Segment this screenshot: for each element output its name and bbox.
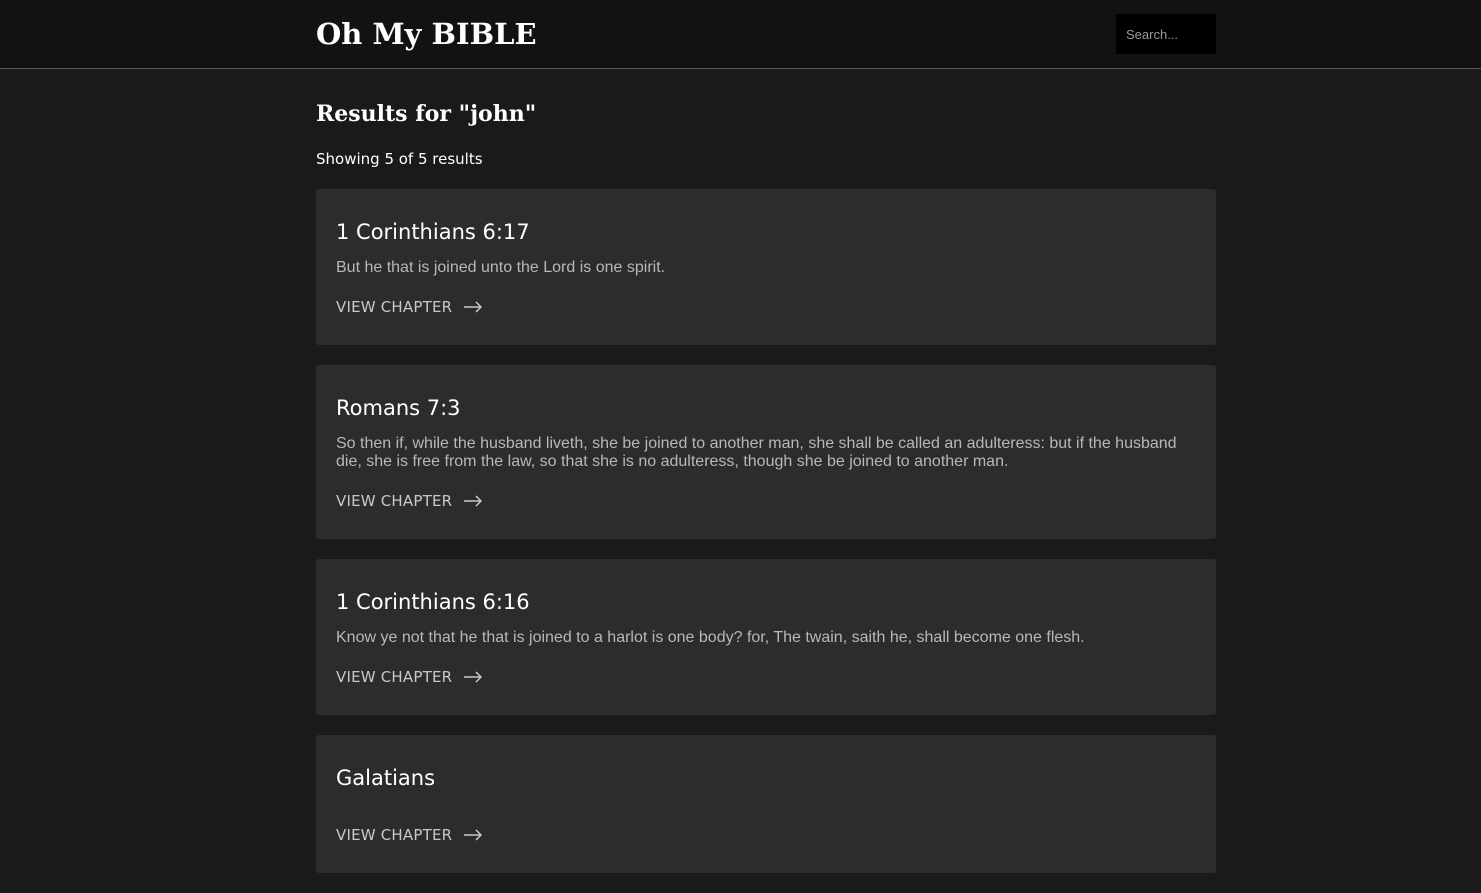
results-list: 1 Corinthians 6:17 But he that is joined… (316, 189, 1216, 893)
verse-text: So then if, while the husband liveth, sh… (336, 435, 1177, 470)
arrow-right-icon (464, 495, 483, 507)
arrow-right-icon (464, 671, 483, 683)
view-chapter-link[interactable]: VIEW CHAPTER (336, 667, 483, 687)
view-chapter-label: VIEW CHAPTER (336, 668, 453, 686)
verse-reference: Galatians (336, 766, 436, 790)
result-card: Romans 7:3 So then if, while the husband… (316, 365, 1216, 539)
verse-text: But he that is joined unto the Lord is o… (336, 259, 666, 276)
results-title: Results for "john" (316, 101, 537, 127)
search-input[interactable] (1116, 14, 1216, 54)
result-card: 1 Corinthians 6:17 But he that is joined… (316, 189, 1216, 345)
view-chapter-label: VIEW CHAPTER (336, 826, 453, 844)
result-card: Galatians VIEW CHAPTER (316, 735, 1216, 873)
verse-reference: 1 Corinthians 6:16 (336, 590, 530, 614)
result-card: 1 Corinthians 6:16 Know ye not that he t… (316, 559, 1216, 715)
verse-text: Know ye not that he that is joined to a … (336, 629, 1085, 646)
results-count: Showing 5 of 5 results (316, 150, 483, 168)
arrow-right-icon (464, 301, 483, 313)
view-chapter-label: VIEW CHAPTER (336, 298, 453, 316)
view-chapter-link[interactable]: VIEW CHAPTER (336, 297, 483, 317)
site-logo[interactable]: Oh My BIBLE (316, 14, 537, 54)
view-chapter-link[interactable]: VIEW CHAPTER (336, 491, 483, 511)
verse-reference: Romans 7:3 (336, 396, 461, 420)
view-chapter-label: VIEW CHAPTER (336, 492, 453, 510)
top-header: Oh My BIBLE (0, 0, 1481, 69)
view-chapter-link[interactable]: VIEW CHAPTER (336, 825, 483, 845)
arrow-right-icon (464, 829, 483, 841)
verse-reference: 1 Corinthians 6:17 (336, 220, 530, 244)
